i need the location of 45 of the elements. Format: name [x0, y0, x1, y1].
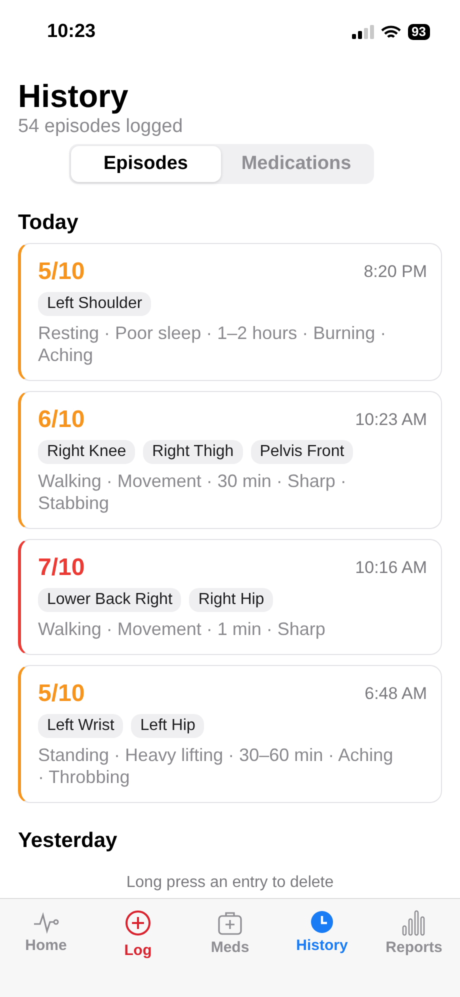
section-title: Yesterday [18, 829, 118, 853]
pain-score: 5/10 [38, 680, 85, 708]
pain-score: 7/10 [38, 554, 85, 582]
location-tag: Lower Back Right [38, 588, 182, 612]
clock-icon [310, 910, 334, 934]
wifi-icon [380, 24, 401, 40]
tab-bar-item[interactable]: Meds [190, 909, 270, 961]
pulse-icon [33, 910, 59, 934]
location-tag: Right Thigh [143, 440, 243, 464]
location-tag: Left Shoulder [38, 292, 152, 316]
location-tag: Right Hip [189, 588, 274, 612]
medical-kit-icon [217, 910, 243, 936]
pain-score: 6/10 [38, 406, 85, 434]
episode-card[interactable]: 6/10 10:23 AM Right Knee Right Thigh Pelvis Front Walking · Movement · 30 min · Sharp · Stabbing [18, 391, 442, 529]
pain-score: 5/10 [38, 258, 85, 286]
segment-tab[interactable]: Episodes [70, 146, 221, 182]
battery-level: 93 [408, 24, 430, 40]
signal-icon [352, 25, 374, 39]
episode-details: Walking · Movement · 30 min · Sharp · Stabbing [38, 470, 348, 514]
episode-time: 10:16 AM [355, 558, 427, 578]
episode-card[interactable]: 5/10 6:48 AM Left Wrist Left Hip Standing · Heavy lifting · 30–60 min · Aching · Throbbing [18, 665, 442, 803]
location-tag: Right Knee [38, 440, 136, 464]
section-title: Today [18, 211, 78, 235]
episode-card[interactable]: 5/10 8:20 PM Left Shoulder Resting · Poor sleep · 1–2 hours · Burning · Aching [18, 243, 442, 381]
episode-card[interactable]: 7/10 10:16 AM Lower Back Right Right Hip Walking · Movement · 1 min · Sharp [18, 539, 442, 655]
hint-text: Long press an entry to delete [126, 873, 334, 893]
episode-details: Standing · Heavy lifting · 30–60 min · Aching · Throbbing [38, 744, 394, 788]
page-title: History [18, 77, 130, 115]
location-tag: Pelvis Front [250, 440, 354, 464]
tab-bar-item[interactable]: Log [98, 909, 178, 961]
episode-time: 6:48 AM [364, 684, 427, 704]
location-tag: Left Wrist [38, 714, 124, 738]
segment-tab[interactable]: Medications [221, 146, 372, 182]
episode-details: Resting · Poor sleep · 1–2 hours · Burning · Aching [38, 322, 388, 366]
episode-count: 54 episodes logged [18, 116, 183, 138]
episode-time: 8:20 PM [364, 262, 427, 282]
status-time: 10:23 [47, 21, 96, 43]
bar-chart-icon [402, 910, 426, 936]
location-tag: Left Hip [131, 714, 204, 738]
add-icon [125, 910, 151, 936]
tab-bar-item[interactable]: Reports [374, 909, 454, 961]
tab-bar-item[interactable]: Home [6, 909, 86, 961]
episode-details: Walking · Movement · 1 min · Sharp [38, 618, 326, 640]
tab-bar-item[interactable]: History [282, 909, 362, 961]
episode-time: 10:23 AM [355, 410, 427, 430]
